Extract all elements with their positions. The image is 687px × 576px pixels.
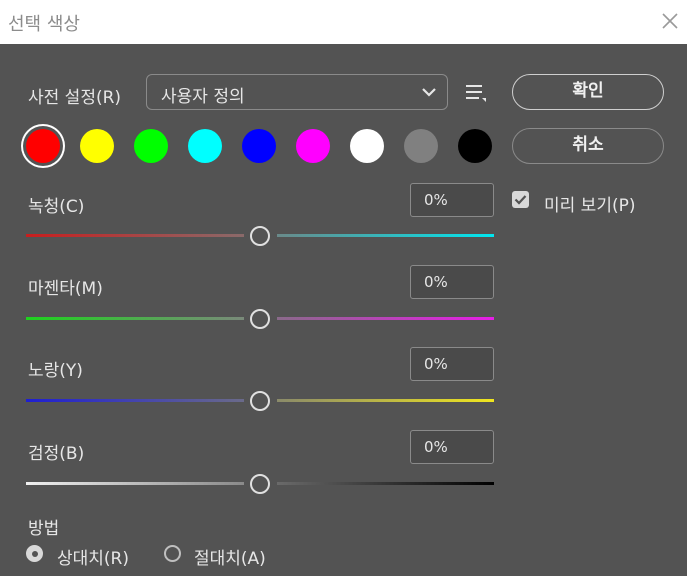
swatch-black[interactable] xyxy=(458,129,492,163)
black-label: 검정(B) xyxy=(28,444,85,464)
black-percent-field[interactable]: 0% xyxy=(410,430,494,464)
magenta-label: 마젠타(M) xyxy=(28,279,103,299)
preset-value: 사용자 정의 xyxy=(161,87,245,107)
relative-label: 상대치(R) xyxy=(57,549,129,569)
ok-button[interactable]: 확인 xyxy=(512,74,664,110)
preset-dropdown[interactable]: 사용자 정의 xyxy=(146,74,448,110)
preview-checkbox[interactable] xyxy=(512,191,529,208)
magenta-slider-thumb[interactable] xyxy=(250,309,270,329)
yellow-track-left xyxy=(26,399,244,402)
relative-radio[interactable] xyxy=(26,545,43,562)
title-bar: 선택 색상 xyxy=(0,0,687,44)
chevron-down-icon xyxy=(422,88,436,97)
close-icon[interactable] xyxy=(660,11,680,31)
absolute-radio[interactable] xyxy=(164,545,181,562)
yellow-track-right xyxy=(277,399,494,402)
cyan-label: 녹청(C) xyxy=(28,197,85,217)
black-track-right xyxy=(277,482,494,485)
swatch-red[interactable] xyxy=(26,129,60,163)
absolute-label: 절대치(A) xyxy=(194,549,266,569)
cyan-track-left xyxy=(26,234,244,237)
yellow-label: 노랑(Y) xyxy=(28,361,83,381)
window-title: 선택 색상 xyxy=(8,14,80,35)
yellow-slider-thumb[interactable] xyxy=(250,391,270,411)
cyan-slider-thumb[interactable] xyxy=(250,226,270,246)
cancel-button[interactable]: 취소 xyxy=(512,128,664,164)
preview-label: 미리 보기(P) xyxy=(544,196,636,216)
cyan-percent-field[interactable]: 0% xyxy=(410,183,494,217)
swatch-green[interactable] xyxy=(134,129,168,163)
magenta-track-left xyxy=(26,317,244,320)
magenta-percent-field[interactable]: 0% xyxy=(410,265,494,299)
preset-label: 사전 설정(R) xyxy=(28,88,122,108)
preset-options-icon[interactable] xyxy=(464,82,488,104)
cyan-track-right xyxy=(277,234,494,237)
swatch-blue[interactable] xyxy=(242,129,276,163)
black-slider-thumb[interactable] xyxy=(250,474,270,494)
swatch-white[interactable] xyxy=(350,129,384,163)
magenta-track-right xyxy=(277,317,494,320)
yellow-percent-field[interactable]: 0% xyxy=(410,347,494,381)
black-track-left xyxy=(26,482,244,485)
swatch-cyan[interactable] xyxy=(188,129,222,163)
swatch-yellow[interactable] xyxy=(80,129,114,163)
checkmark-icon xyxy=(514,195,527,205)
swatch-neutral[interactable] xyxy=(404,129,438,163)
method-label: 방법 xyxy=(28,519,60,539)
swatch-magenta[interactable] xyxy=(296,129,330,163)
